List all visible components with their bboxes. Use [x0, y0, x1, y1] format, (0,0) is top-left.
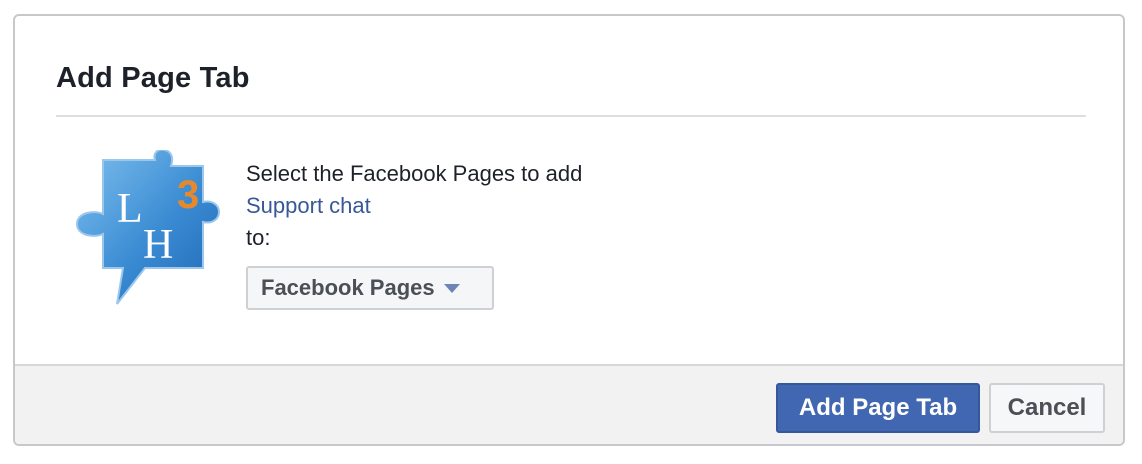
add-page-tab-button[interactable]: Add Page Tab: [776, 383, 980, 433]
add-page-tab-dialog: Add Page Tab L H 3 Select the Facebook P…: [13, 14, 1125, 446]
dialog-title: Add Page Tab: [56, 62, 250, 94]
lh3-puzzle-chat-logo-icon: L H 3: [75, 150, 221, 305]
message-line: Select the Facebook Pages to add: [246, 161, 583, 186]
dialog-footer: Add Page Tab Cancel: [15, 364, 1123, 444]
app-name-link[interactable]: Support chat: [246, 190, 582, 222]
selector-label: Facebook Pages: [261, 275, 435, 300]
message-line: to:: [246, 225, 271, 250]
cancel-button[interactable]: Cancel: [989, 383, 1105, 433]
svg-text:3: 3: [177, 173, 199, 217]
dialog-message: Select the Facebook Pages to add Support…: [246, 158, 582, 254]
title-divider: [56, 115, 1086, 117]
svg-text:L: L: [117, 186, 143, 232]
svg-text:H: H: [143, 222, 173, 268]
facebook-pages-selector[interactable]: Facebook Pages: [246, 266, 494, 310]
caret-down-icon: [443, 283, 460, 293]
